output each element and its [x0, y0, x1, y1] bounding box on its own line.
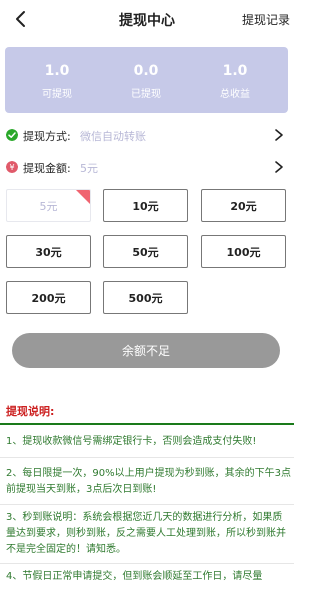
amount-option-10[interactable]: 10元: [103, 189, 188, 222]
top-bar: 提现中心 提现记录: [0, 0, 294, 38]
stat-total: 1.0 总收益: [195, 63, 275, 100]
note-item: 1、提现收款微信号需绑定银行卡，否则会造成支付失败!: [6, 436, 257, 447]
withdraw-record-link[interactable]: 提现记录: [242, 11, 290, 28]
amount-option-label: 5元: [39, 199, 58, 213]
withdraw-method-value: 微信自动转账: [80, 130, 146, 143]
withdraw-submit-button[interactable]: 余额不足: [12, 333, 280, 368]
divider: [0, 457, 294, 458]
amount-option-label: 500元: [128, 291, 163, 305]
note-item: 4、节假日正常申请提交，但到账会顺延至工作日，请尽量: [6, 571, 263, 582]
chevron-right-icon[interactable]: [274, 128, 284, 142]
amount-option-5[interactable]: 5元: [6, 189, 91, 222]
stat-withdrawn-value: 0.0: [133, 63, 159, 79]
amount-option-label: 20元: [230, 199, 257, 213]
withdraw-method-row[interactable]: 提现方式: 微信自动转账: [6, 126, 288, 146]
yen-coin-icon: ¥: [6, 161, 18, 173]
amount-option-label: 200元: [31, 291, 66, 305]
divider: [0, 563, 294, 564]
stat-available-label: 可提现: [42, 89, 72, 100]
withdraw-amount-row[interactable]: ¥ 提现金额: 5元: [6, 158, 288, 178]
divider: [0, 504, 294, 505]
amount-option-500[interactable]: 500元: [103, 281, 188, 314]
stat-total-label: 总收益: [220, 89, 250, 100]
amount-option-30[interactable]: 30元: [6, 235, 91, 268]
withdraw-amount-value: 5元: [80, 162, 98, 175]
amount-option-20[interactable]: 20元: [201, 189, 286, 222]
balance-summary-panel: 1.0 可提现 0.0 已提现 1.0 总收益: [5, 47, 288, 113]
stat-available-value: 1.0: [44, 63, 70, 79]
withdraw-amount-label: 提现金额:: [23, 162, 71, 175]
amount-option-label: 10元: [132, 199, 159, 213]
chevron-right-icon[interactable]: [274, 160, 284, 174]
amount-option-200[interactable]: 200元: [6, 281, 91, 314]
amount-option-label: 50元: [132, 245, 159, 259]
amount-option-100[interactable]: 100元: [201, 235, 286, 268]
check-circle-icon: [6, 129, 18, 141]
stat-withdrawn: 0.0 已提现: [106, 63, 186, 100]
selected-corner-marker: [76, 190, 90, 204]
note-item: 3、秒到账说明：系统会根据您近几天的数据进行分析，如果质量达到要求，则秒到账，反…: [6, 512, 286, 555]
amount-option-50[interactable]: 50元: [103, 235, 188, 268]
notes-title: 提现说明:: [6, 405, 55, 418]
amount-option-label: 30元: [35, 245, 62, 259]
svg-text:¥: ¥: [9, 163, 14, 172]
notes-underline: [0, 423, 294, 425]
stat-total-value: 1.0: [222, 63, 248, 79]
withdraw-method-label: 提现方式:: [23, 130, 71, 143]
stat-available: 1.0 可提现: [17, 63, 97, 100]
note-item: 2、每日限提一次，90%以上用户提现为秒到账，其余的下午3点前提现当天到账，3点…: [6, 468, 291, 495]
amount-option-label: 100元: [226, 245, 261, 259]
stat-withdrawn-label: 已提现: [131, 89, 161, 100]
